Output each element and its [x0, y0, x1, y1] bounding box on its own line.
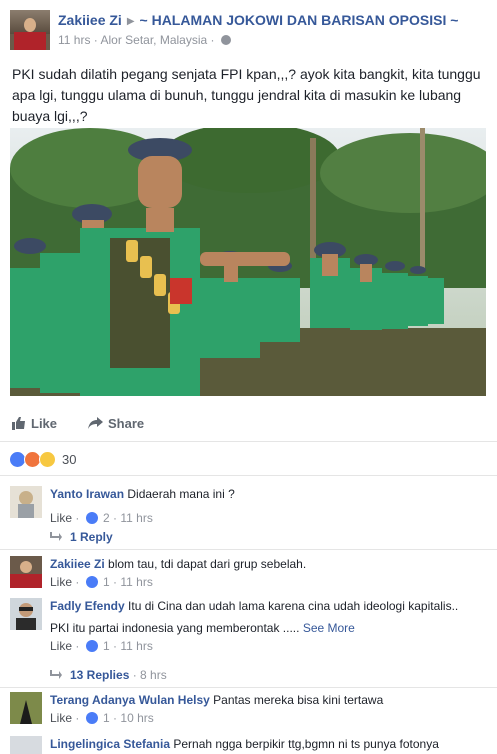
avatar[interactable]	[10, 692, 42, 724]
comment-text-line2: PKI itu partai indonesia yang memberonta…	[50, 621, 300, 635]
comment-time[interactable]: 10 hrs	[120, 711, 153, 725]
comment-author[interactable]: Terang Adanya Wulan Helsy	[50, 693, 210, 707]
post-header: Zakiiee Zi ▶ ~ HALAMAN JOKOWI DAN BARISAN …	[0, 0, 497, 58]
like-count-icon	[85, 576, 98, 588]
replies-count[interactable]: 13 Replies	[70, 668, 129, 682]
replies-link[interactable]: 1 Reply	[50, 530, 113, 544]
replies-link[interactable]: 13 Replies · 8 hrs	[50, 668, 167, 682]
author-avatar[interactable]	[10, 10, 50, 50]
comment-author[interactable]: Fadly Efendy	[50, 599, 125, 613]
comment-time[interactable]: 11 hrs	[120, 511, 152, 525]
comment-text: Pernah ngga berpikir ttg,bgmn ni ts puny…	[173, 737, 439, 751]
post-location[interactable]: Alor Setar, Malaysia	[100, 33, 207, 47]
arrow-right-icon: ▶	[126, 16, 135, 27]
post-action-bar: Like Share	[0, 404, 497, 442]
share-button[interactable]: Share	[88, 416, 144, 432]
replies-time[interactable]: 8 hrs	[140, 668, 167, 682]
avatar[interactable]	[10, 736, 42, 754]
reaction-count: 30	[62, 452, 77, 467]
comment-time[interactable]: 11 hrs	[120, 575, 152, 589]
post-text: PKI sudah dilatih pegang senjata FPI kpa…	[12, 66, 481, 124]
author-name-link[interactable]: Zakiiee Zi	[58, 12, 122, 28]
post-title-line: Zakiiee Zi ▶ ~ HALAMAN JOKOWI DAN BARISAN …	[58, 12, 458, 28]
divider	[0, 549, 497, 550]
like-button[interactable]: Like	[12, 416, 57, 433]
post-time[interactable]: 11 hrs	[58, 33, 90, 47]
like-count-icon	[85, 640, 98, 652]
comment-like-count[interactable]: 1	[103, 575, 110, 589]
comment-meta: Like · 1 · 11 hrs	[50, 639, 153, 653]
comment-author[interactable]: Zakiiee Zi	[50, 557, 105, 571]
comment-like-count[interactable]: 2	[103, 511, 110, 525]
comment-text: blom tau, tdi dapat dari grup sebelah.	[108, 557, 307, 571]
see-more-link[interactable]: See More	[303, 621, 355, 635]
group-name-link[interactable]: ~ HALAMAN JOKOWI DAN BARISAN OPOSISI ~	[140, 12, 459, 28]
reply-arrow-icon	[50, 531, 62, 541]
avatar[interactable]	[10, 598, 42, 630]
like-count-icon	[85, 712, 98, 724]
post-meta: 11 hrs · Alor Setar, Malaysia ·	[58, 33, 231, 47]
share-arrow-icon	[88, 417, 103, 432]
like-label: Like	[31, 416, 58, 431]
comment-text: Didaerah mana ini ?	[127, 487, 235, 501]
thumbs-up-icon	[12, 416, 26, 433]
comment-meta: Like · 2 · 11 hrs	[50, 511, 153, 525]
comment-like-count[interactable]: 1	[103, 711, 110, 725]
wow-reaction-icon	[39, 451, 56, 468]
comment-text: Itu di Cina dan udah lama karena cina ud…	[128, 599, 459, 613]
reactions-summary[interactable]: 30	[0, 444, 497, 476]
comment-like-button[interactable]: Like	[50, 511, 72, 525]
like-count-icon	[85, 512, 98, 524]
comment-like-button[interactable]: Like	[50, 711, 72, 725]
comment-like-button[interactable]: Like	[50, 639, 72, 653]
comment-like-button[interactable]: Like	[50, 575, 72, 589]
comment-like-count[interactable]: 1	[103, 639, 110, 653]
comment-author[interactable]: Yanto Irawan	[50, 487, 124, 501]
comment-author[interactable]: Lingelingica Stefania	[50, 737, 170, 751]
replies-count[interactable]: 1 Reply	[70, 530, 113, 544]
avatar[interactable]	[10, 486, 42, 518]
comment-meta: Like · 1 · 10 hrs	[50, 711, 154, 725]
comment-meta: Like · 1 · 11 hrs	[50, 575, 153, 589]
post-photo[interactable]	[10, 128, 486, 396]
share-label: Share	[108, 416, 145, 431]
avatar[interactable]	[10, 556, 42, 588]
reply-arrow-icon	[50, 669, 62, 679]
globe-icon[interactable]	[220, 35, 231, 45]
comment-text: Pantas mereka bisa kini tertawa	[213, 693, 384, 707]
comment-time[interactable]: 11 hrs	[120, 639, 152, 653]
divider	[0, 687, 497, 688]
